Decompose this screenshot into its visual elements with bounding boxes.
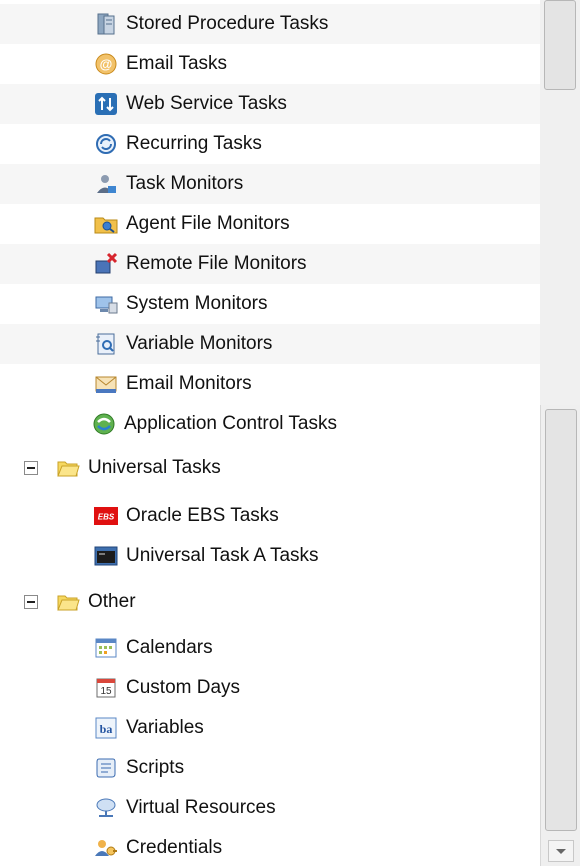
tree-item-virtual-resources[interactable]: Virtual Resources (0, 788, 540, 828)
scrollbar-thumb-lower[interactable] (545, 409, 577, 831)
folder-icon (57, 461, 80, 477)
tree-item-label: Stored Procedure Tasks (126, 13, 329, 34)
tree-item-label: Oracle EBS Tasks (126, 505, 279, 526)
svg-text:EBS: EBS (98, 513, 115, 522)
tree-item-variables[interactable]: ba Variables (0, 708, 540, 748)
scripts-icon (96, 758, 116, 778)
svg-text:15: 15 (100, 686, 112, 697)
web-service-icon (95, 93, 117, 115)
tree-item-universal-task-a-tasks[interactable]: Universal Task A Tasks (0, 536, 540, 576)
scroll-down-arrow-icon[interactable] (548, 840, 574, 862)
tree-item-custom-days[interactable]: 15 Custom Days (0, 668, 540, 708)
oracle-ebs-icon: EBS (94, 507, 118, 525)
svg-text:ba: ba (100, 722, 113, 736)
tree-item-calendars[interactable]: Calendars (0, 628, 540, 668)
tree-item-credentials[interactable]: Credentials (0, 828, 540, 866)
tree-item-label: Credentials (126, 837, 223, 858)
scrollbar-upper[interactable] (540, 0, 580, 405)
tree-group-label: Other (88, 591, 136, 612)
scrollbar-lower[interactable] (540, 405, 580, 866)
tree-item-remote-file-monitors[interactable]: Remote File Monitors (0, 244, 540, 284)
tree-item-label: System Monitors (126, 293, 268, 314)
tree-item-label: Universal Task A Tasks (126, 545, 319, 566)
tree-item-agent-file-monitors[interactable]: Agent File Monitors (0, 204, 540, 244)
recurring-icon (96, 134, 116, 154)
tree-item-label: Custom Days (126, 677, 241, 698)
navigation-tree: Stored Procedure Tasks @ Email Tasks Web… (0, 0, 540, 866)
tree-item-label: Remote File Monitors (126, 253, 307, 274)
calendar-icon (95, 638, 117, 658)
tree-item-label: Variable Monitors (126, 333, 273, 354)
tree-item-label: Task Monitors (126, 173, 244, 194)
tree-item-variable-monitors[interactable]: Variable Monitors (0, 324, 540, 364)
tree-item-label: Recurring Tasks (126, 133, 262, 154)
tree-item-recurring-tasks[interactable]: Recurring Tasks (0, 124, 540, 164)
email-monitor-icon (95, 376, 117, 393)
collapse-toggle[interactable] (24, 595, 38, 609)
tree-item-application-control-tasks[interactable]: Application Control Tasks (0, 404, 540, 444)
tree-item-system-monitors[interactable]: System Monitors (0, 284, 540, 324)
application-control-icon (93, 413, 115, 435)
agent-file-monitor-icon (94, 217, 118, 234)
tree-group-label: Universal Tasks (88, 457, 221, 478)
virtual-resources-icon (96, 798, 116, 817)
tree-item-scripts[interactable]: Scripts (0, 748, 540, 788)
tree-item-web-service-tasks[interactable]: Web Service Tasks (0, 84, 540, 124)
custom-days-icon: 15 (96, 678, 116, 698)
tree-item-label: Application Control Tasks (124, 413, 337, 434)
system-monitor-icon (95, 296, 118, 314)
tree-item-email-tasks[interactable]: @ Email Tasks (0, 44, 540, 84)
remote-file-monitor-icon (95, 252, 118, 274)
variables-icon: ba (95, 717, 117, 739)
folder-icon (57, 595, 80, 611)
tree-group-universal-tasks[interactable]: Universal Tasks (0, 448, 540, 488)
tree-item-stored-procedure-tasks[interactable]: Stored Procedure Tasks (0, 4, 540, 44)
collapse-toggle[interactable] (24, 461, 38, 475)
tree-item-label: Virtual Resources (126, 797, 276, 818)
credentials-icon (95, 840, 117, 856)
tree-item-label: Web Service Tasks (126, 93, 287, 114)
svg-text:@: @ (100, 57, 113, 72)
variable-monitor-icon (96, 333, 115, 355)
tree-item-oracle-ebs-tasks[interactable]: EBS Oracle EBS Tasks (0, 496, 540, 536)
tree-group-other[interactable]: Other (0, 582, 540, 622)
tree-item-task-monitors[interactable]: Task Monitors (0, 164, 540, 204)
tree-item-label: Scripts (126, 757, 185, 778)
email-task-icon: @ (95, 53, 117, 75)
scrollbar-thumb-upper[interactable] (544, 0, 576, 90)
universal-task-icon (94, 546, 118, 566)
tree-item-label: Agent File Monitors (126, 213, 290, 234)
tree-item-label: Email Monitors (126, 373, 252, 394)
tree-item-label: Email Tasks (126, 53, 228, 74)
stored-procedure-icon (97, 13, 115, 35)
tree-item-label: Variables (126, 717, 204, 738)
tree-item-email-monitors[interactable]: Email Monitors (0, 364, 540, 404)
task-monitor-icon (97, 175, 116, 193)
tree-item-label: Calendars (126, 637, 213, 658)
